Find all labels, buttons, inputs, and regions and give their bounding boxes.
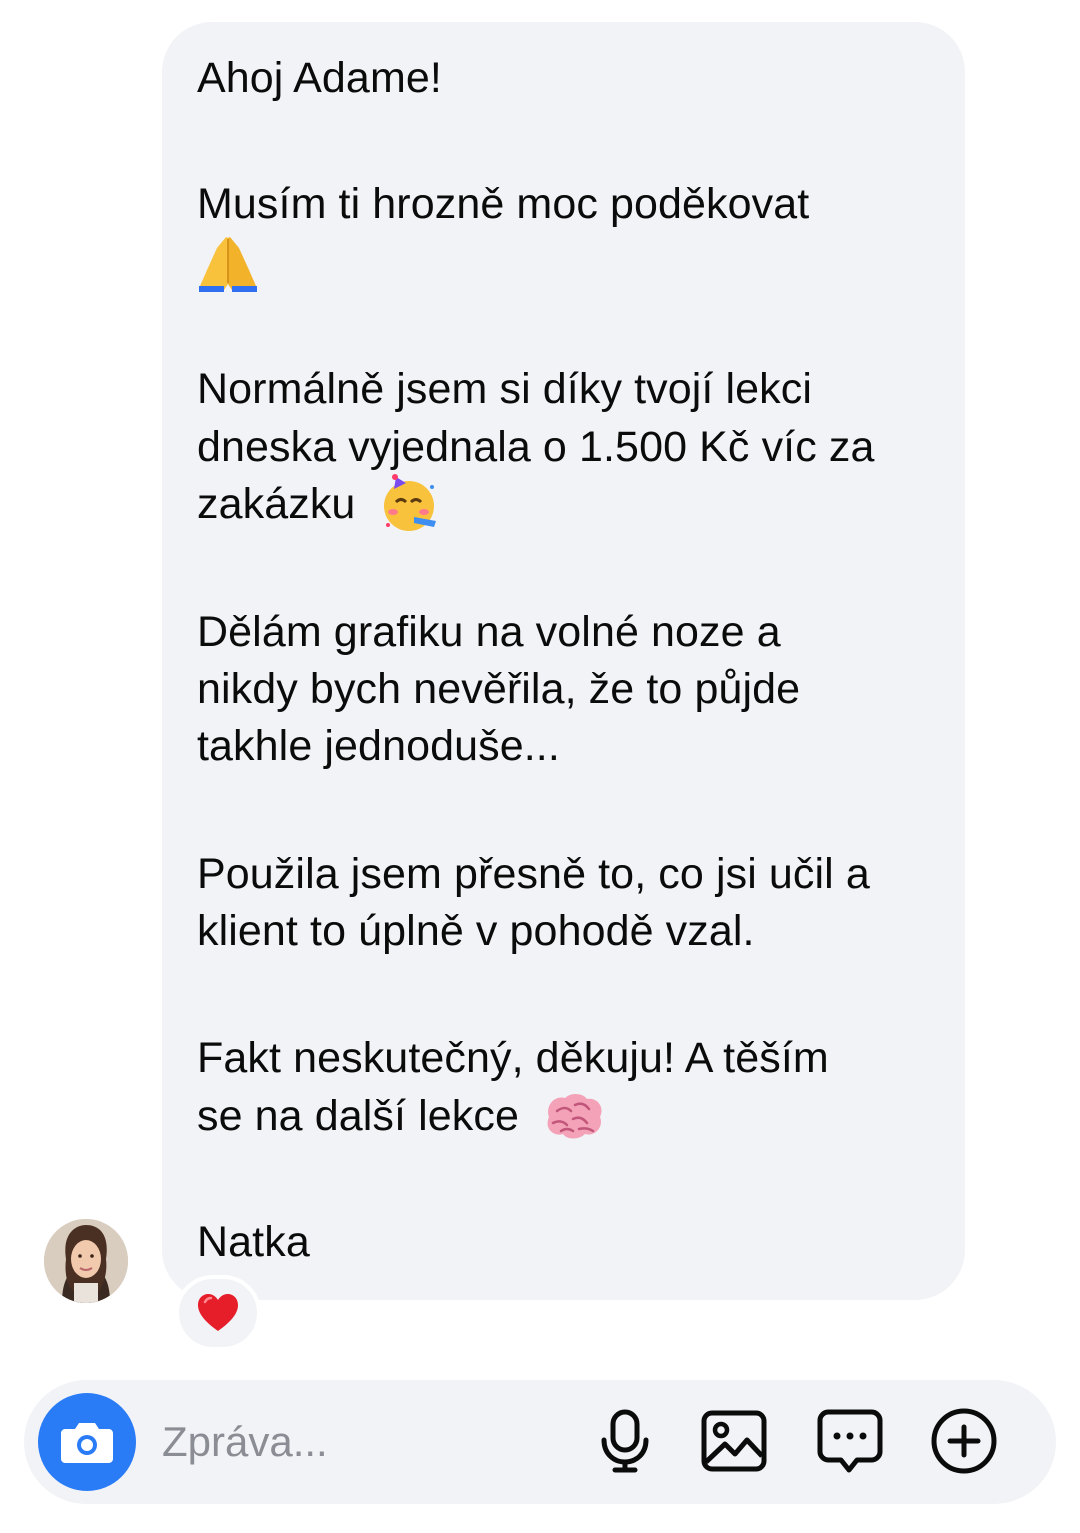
message-line: Použila jsem přesně to, co jsi učil a bbox=[197, 850, 870, 898]
gallery-button[interactable] bbox=[698, 1405, 770, 1477]
message-line: nikdy bych nevěřila, že to půjde bbox=[197, 665, 801, 713]
plus-circle-icon bbox=[931, 1408, 997, 1474]
message-line: se na další lekce bbox=[197, 1092, 519, 1140]
folded-hands-emoji-line bbox=[197, 232, 259, 294]
message-greeting: Ahoj Adame! bbox=[197, 54, 442, 102]
brain-emoji bbox=[547, 1093, 602, 1139]
message-line: klient to úplně v pohodě vzal. bbox=[197, 907, 755, 955]
message-line: zakázku bbox=[197, 480, 356, 528]
folded-hands-emoji bbox=[199, 236, 257, 292]
sticker-button[interactable] bbox=[814, 1405, 886, 1477]
image-icon bbox=[701, 1410, 767, 1472]
partying-face-emoji bbox=[383, 473, 436, 531]
message-thanks: Musím ti hrozně moc poděkovat bbox=[197, 180, 810, 228]
message-line: takhle jednoduše... bbox=[197, 722, 560, 770]
chat-screen: Ahoj Adame! Musím ti hrozně moc poděkova… bbox=[0, 0, 1080, 1533]
red-heart-icon bbox=[198, 1294, 238, 1331]
sticker-chat-icon bbox=[817, 1409, 883, 1473]
heart-reaction[interactable] bbox=[175, 1275, 261, 1351]
avatar-photo bbox=[44, 1219, 128, 1303]
message-line: Normálně jsem si díky tvojí lekci bbox=[197, 365, 813, 413]
message-input[interactable] bbox=[162, 1412, 562, 1472]
message-line: Dělám grafiku na volné noze a bbox=[197, 608, 781, 656]
more-options-button[interactable] bbox=[928, 1405, 1000, 1477]
message-line: Fakt neskutečný, děkuju! A těším bbox=[197, 1034, 829, 1082]
sender-avatar[interactable] bbox=[44, 1219, 128, 1303]
message-line-with-emoji: zakázku bbox=[197, 473, 440, 533]
microphone-button[interactable] bbox=[589, 1405, 661, 1477]
camera-button[interactable] bbox=[38, 1393, 136, 1491]
microphone-icon bbox=[601, 1409, 649, 1473]
message-line: dneska vyjednala o 1.500 Kč víc za bbox=[197, 423, 875, 471]
message-signature: Natka bbox=[197, 1218, 310, 1266]
message-line-with-emoji: se na další lekce bbox=[197, 1087, 605, 1145]
camera-icon bbox=[61, 1423, 113, 1463]
